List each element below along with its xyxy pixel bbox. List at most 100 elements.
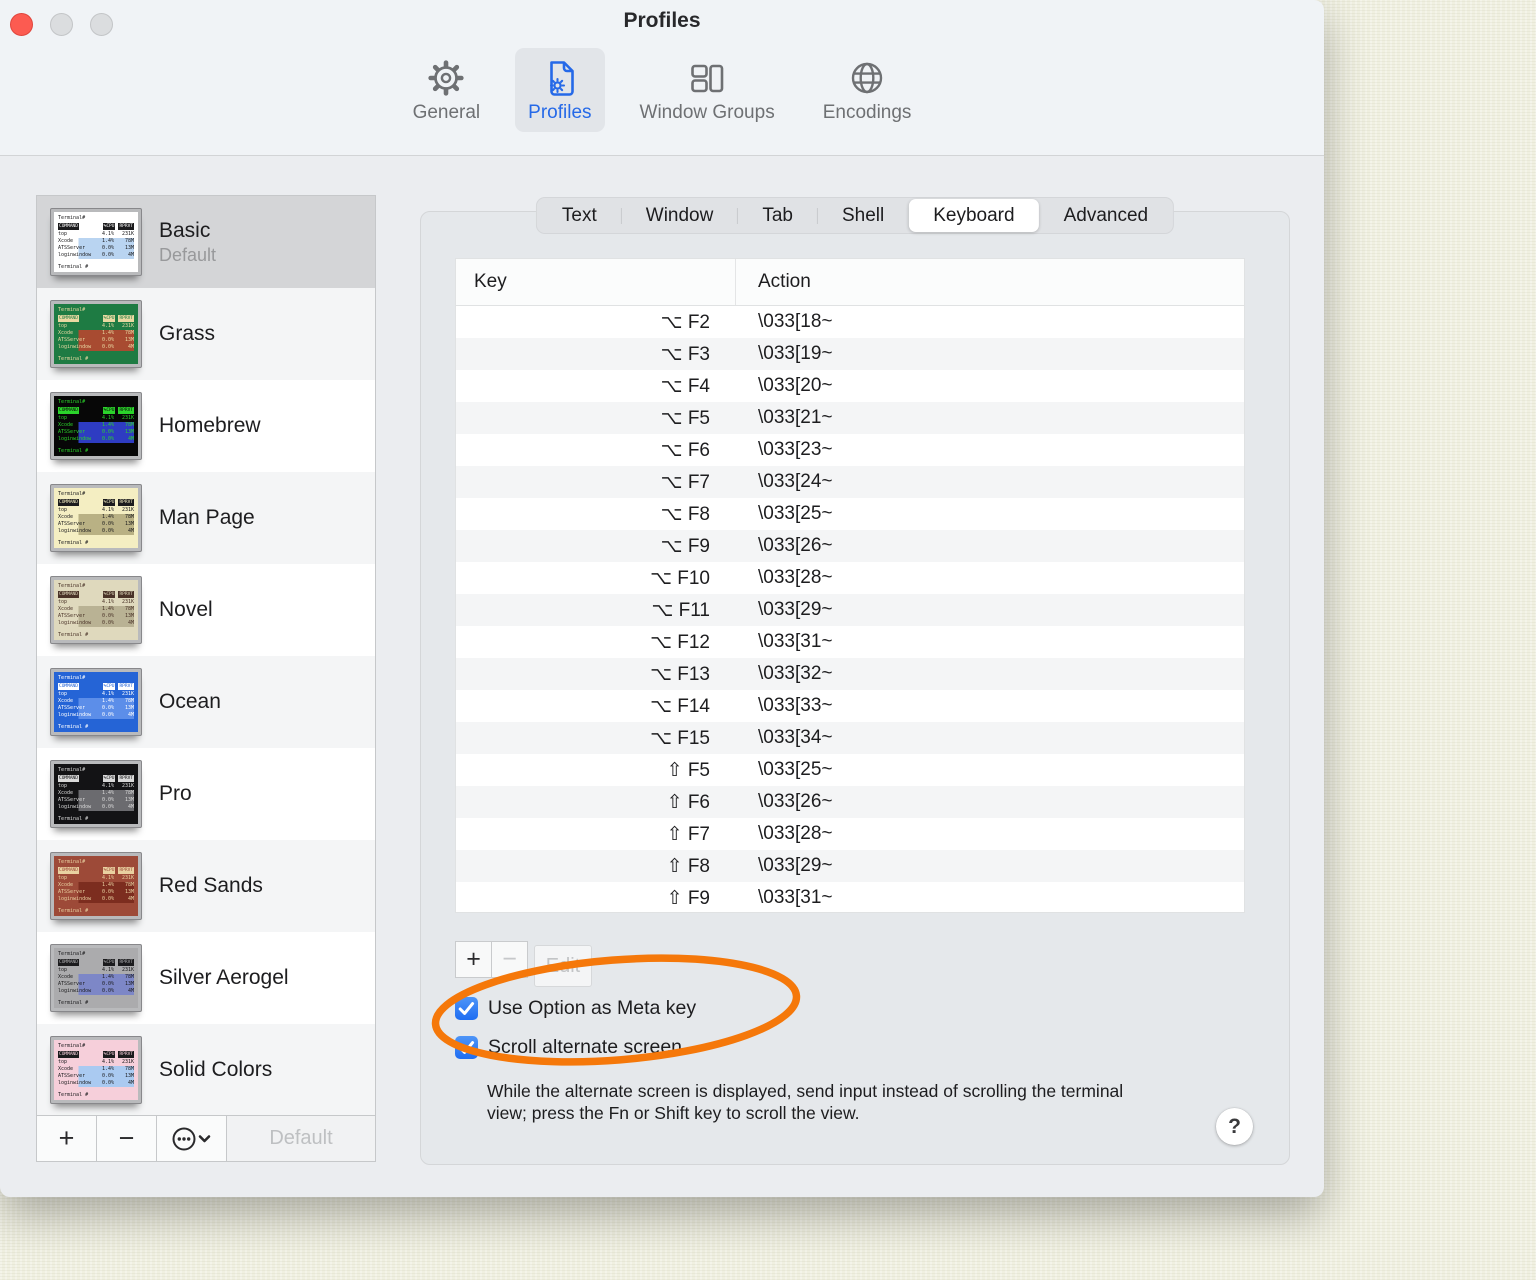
- profile-thumbnail: Terminal# COMMAND %CPU RPRVT top 4.1% 231K Xcod…: [50, 576, 142, 644]
- preview-footer: Terminal #: [58, 908, 89, 914]
- profile-name: Man Page: [159, 506, 255, 529]
- key-mapping-row[interactable]: ⌥ F14 \033[33~: [456, 690, 1244, 722]
- profile-row-man-page[interactable]: Terminal# COMMAND %CPU RPRVT top 4.1% 231K Xcod…: [37, 472, 375, 564]
- key-mapping-row[interactable]: ⇧ F6 \033[26~: [456, 786, 1244, 818]
- key-mapping-row[interactable]: ⌥ F2 \033[18~: [456, 306, 1244, 338]
- key-mapping-row[interactable]: ⌥ F11 \033[29~: [456, 594, 1244, 626]
- profile-row-ocean[interactable]: Terminal# COMMAND %CPU RPRVT top 4.1% 231K Xcod…: [37, 656, 375, 748]
- add-profile-button[interactable]: +: [37, 1116, 97, 1161]
- key-cell: ⌥ F6: [660, 439, 710, 461]
- profile-thumbnail: Terminal# COMMAND %CPU RPRVT top 4.1% 231K Xcod…: [50, 392, 142, 460]
- key-mapping-row[interactable]: ⌥ F12 \033[31~: [456, 626, 1244, 658]
- preview-footer: Terminal #: [58, 724, 89, 730]
- preview-header: COMMAND %CPU RPRVT: [58, 867, 134, 874]
- preview-badge: COMMAND: [58, 867, 79, 874]
- profile-name: Novel: [159, 598, 213, 621]
- action-cell: \033[29~: [758, 599, 833, 620]
- action-cell: \033[28~: [758, 567, 833, 588]
- tab-shell[interactable]: Shell: [818, 199, 908, 232]
- preview-row: loginwindow 0.0% 4M: [58, 528, 134, 535]
- key-cell: ⌥ F2: [660, 311, 710, 333]
- checkbox-scroll-alternate-screen[interactable]: Scroll alternate screen: [455, 1036, 696, 1059]
- profile-row-silver-aerogel[interactable]: Terminal# COMMAND %CPU RPRVT top 4.1% 231K Xcod…: [37, 932, 375, 1024]
- preview-badge: COMMAND: [58, 683, 79, 690]
- preview-row: loginwindow 0.0% 4M: [58, 988, 134, 995]
- key-mapping-row[interactable]: ⌥ F13 \033[32~: [456, 658, 1244, 690]
- key-mapping-row[interactable]: ⇧ F5 \033[25~: [456, 754, 1244, 786]
- key-mapping-row[interactable]: ⌥ F8 \033[25~: [456, 498, 1244, 530]
- help-button[interactable]: ?: [1216, 1108, 1253, 1145]
- key-cell: ⌥ F9: [660, 535, 710, 557]
- preview-row: loginwindow 0.0% 4M: [58, 1080, 134, 1087]
- remove-key-button[interactable]: −: [491, 941, 528, 978]
- toolbar-item-label: Window Groups: [639, 102, 775, 123]
- checkbox-use-option-as-meta-key[interactable]: Use Option as Meta key: [455, 997, 696, 1020]
- profile-row-grass[interactable]: Terminal# COMMAND %CPU RPRVT top 4.1% 231K Xcod…: [37, 288, 375, 380]
- profile-row-basic[interactable]: Terminal# COMMAND %CPU RPRVT top 4.1% 231K Xcod…: [37, 196, 375, 288]
- profile-row-pro[interactable]: Terminal# COMMAND %CPU RPRVT top 4.1% 231K Xcod…: [37, 748, 375, 840]
- preview-row: top 4.1% 231K: [58, 507, 134, 513]
- key-mapping-row[interactable]: ⇧ F8 \033[29~: [456, 850, 1244, 882]
- key-cell: ⇧ F5: [666, 759, 710, 781]
- preview-header: COMMAND %CPU RPRVT: [58, 959, 134, 966]
- action-cell: \033[32~: [758, 663, 833, 684]
- profile-row-red-sands[interactable]: Terminal# COMMAND %CPU RPRVT top 4.1% 231K Xcod…: [37, 840, 375, 932]
- key-mapping-row[interactable]: ⌥ F4 \033[20~: [456, 370, 1244, 402]
- action-cell: \033[23~: [758, 439, 833, 460]
- preview-footer: Terminal #: [58, 632, 89, 638]
- profile-name: Grass: [159, 322, 216, 345]
- preview-footer: Terminal #: [58, 264, 89, 270]
- terminal-preview: Terminal# COMMAND %CPU RPRVT top 4.1% 231K Xcod…: [54, 764, 138, 824]
- key-mapping-row[interactable]: ⌥ F3 \033[19~: [456, 338, 1244, 370]
- toolbar-item-window-groups[interactable]: Window Groups: [627, 48, 788, 132]
- more-options-button[interactable]: [157, 1116, 227, 1161]
- key-mapping-row[interactable]: ⌥ F7 \033[24~: [456, 466, 1244, 498]
- tab-advanced[interactable]: Advanced: [1040, 199, 1173, 232]
- key-mapping-row[interactable]: ⌥ F15 \033[34~: [456, 722, 1244, 754]
- edit-key-button[interactable]: Edit: [534, 945, 592, 987]
- preview-row: ATSServer 0.0% 13M: [58, 521, 134, 528]
- add-key-button[interactable]: +: [455, 941, 492, 978]
- profile-text: Silver Aerogel: [159, 966, 289, 990]
- profile-row-solid-colors[interactable]: Terminal# COMMAND %CPU RPRVT top 4.1% 231K Xcod…: [37, 1024, 375, 1116]
- key-mapping-row[interactable]: ⇧ F9 \033[31~: [456, 882, 1244, 912]
- terminal-preview: Terminal# COMMAND %CPU RPRVT top 4.1% 231K Xcod…: [54, 672, 138, 732]
- tab-window[interactable]: Window: [622, 199, 738, 232]
- key-cell: ⇧ F6: [666, 791, 710, 813]
- default-button[interactable]: Default: [227, 1116, 375, 1161]
- profile-thumbnail: Terminal# COMMAND %CPU RPRVT top 4.1% 231K Xcod…: [50, 760, 142, 828]
- preview-row: Xcode 1.4% 78M: [58, 422, 134, 429]
- preview-row: ATSServer 0.0% 13M: [58, 245, 134, 252]
- profile-text: Ocean: [159, 690, 221, 714]
- profile-list[interactable]: Terminal# COMMAND %CPU RPRVT top 4.1% 231K Xcod…: [37, 196, 375, 1116]
- tab-text[interactable]: Text: [538, 199, 621, 232]
- key-mapping-row[interactable]: ⇧ F7 \033[28~: [456, 818, 1244, 850]
- preview-header: COMMAND %CPU RPRVT: [58, 499, 134, 506]
- circle-ellipsis-chevron-icon: [172, 1127, 210, 1150]
- preview-row: top 4.1% 231K: [58, 415, 134, 421]
- toolbar-item-profiles[interactable]: Profiles: [515, 48, 605, 132]
- preview-row: ATSServer 0.0% 13M: [58, 613, 134, 620]
- checkbox-checked-icon[interactable]: [455, 997, 478, 1020]
- profile-thumbnail: Terminal# COMMAND %CPU RPRVT top 4.1% 231K Xcod…: [50, 1036, 142, 1104]
- terminal-preview: Terminal# COMMAND %CPU RPRVT top 4.1% 231K Xcod…: [54, 488, 138, 548]
- profile-thumbnail: Terminal# COMMAND %CPU RPRVT top 4.1% 231K Xcod…: [50, 852, 142, 920]
- profile-row-novel[interactable]: Terminal# COMMAND %CPU RPRVT top 4.1% 231K Xcod…: [37, 564, 375, 656]
- terminal-preview: Terminal# COMMAND %CPU RPRVT top 4.1% 231K Xcod…: [54, 396, 138, 456]
- key-mapping-row[interactable]: ⌥ F6 \033[23~: [456, 434, 1244, 466]
- toolbar-item-general[interactable]: General: [400, 48, 494, 132]
- key-mappings-table[interactable]: Key Action ⌥ F2 \033[18~ ⌥ F3 \033[19~ ⌥ F4 \…: [455, 258, 1245, 913]
- profile-name: Basic: [159, 218, 211, 242]
- remove-profile-button[interactable]: −: [97, 1116, 157, 1161]
- key-mapping-row[interactable]: ⌥ F10 \033[28~: [456, 562, 1244, 594]
- toolbar-item-encodings[interactable]: Encodings: [810, 48, 925, 132]
- key-mapping-row[interactable]: ⌥ F5 \033[21~: [456, 402, 1244, 434]
- key-mapping-row[interactable]: ⌥ F9 \033[26~: [456, 530, 1244, 562]
- profile-row-homebrew[interactable]: Terminal# COMMAND %CPU RPRVT top 4.1% 231K Xcod…: [37, 380, 375, 472]
- checkbox-checked-icon[interactable]: [455, 1036, 478, 1059]
- preview-row: top 4.1% 231K: [58, 231, 134, 237]
- profile-text: Basic Default: [159, 219, 216, 266]
- tab-tab[interactable]: Tab: [738, 199, 817, 232]
- tab-keyboard[interactable]: Keyboard: [909, 199, 1039, 232]
- preview-badge: COMMAND: [58, 959, 79, 966]
